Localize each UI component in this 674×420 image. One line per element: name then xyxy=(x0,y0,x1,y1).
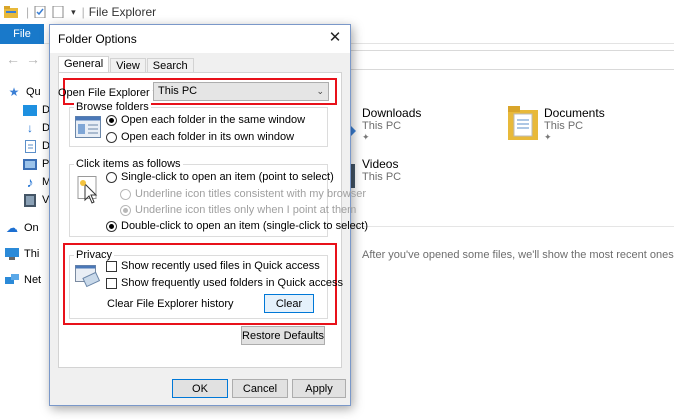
radio-label: Underline icon titles only when I point … xyxy=(135,204,357,216)
sidebar-item-this-pc[interactable]: Thi xyxy=(4,244,39,264)
dialog-title: Folder Options xyxy=(58,32,137,46)
desktop-icon xyxy=(22,103,38,117)
document-icon xyxy=(22,139,38,153)
radio-label: Open each folder in its own window xyxy=(121,131,295,143)
tab-search[interactable]: Search xyxy=(146,58,194,73)
tab-general[interactable]: General xyxy=(58,56,110,73)
properties-icon[interactable] xyxy=(33,6,47,18)
sidebar-item-label: On xyxy=(24,222,39,234)
sidebar-item-onedrive[interactable]: ☁ On xyxy=(4,218,39,238)
radio-dot xyxy=(106,114,117,126)
radio-own-window[interactable]: Open each folder in its own window xyxy=(106,131,294,143)
cloud-icon: ☁ xyxy=(6,221,18,235)
videos-folder-icon xyxy=(351,164,355,188)
download-arrow-icon: ↓ xyxy=(27,121,33,135)
folder-tile-downloads[interactable]: Downloads This PC ✦ xyxy=(362,106,421,143)
close-icon[interactable]: ✕ xyxy=(326,29,344,47)
checkbox-label: Show frequently used folders in Quick ac… xyxy=(121,277,343,289)
folder-name: Documents xyxy=(544,106,605,120)
tab-view[interactable]: View xyxy=(110,58,146,73)
sidebar-item-desktop[interactable]: D xyxy=(22,100,50,120)
folder-name: Videos xyxy=(362,157,399,171)
music-note-icon: ♪ xyxy=(26,174,34,190)
radio-underline-browser[interactable]: Underline icon titles consistent with my… xyxy=(120,188,366,200)
sidebar-item-label: Qu xyxy=(26,86,41,98)
pin-icon[interactable]: ✦ xyxy=(544,132,605,143)
sidebar-item-videos[interactable]: Vi xyxy=(22,190,52,210)
checkbox-box xyxy=(106,260,117,272)
folder-location: This PC xyxy=(544,120,584,132)
pictures-icon xyxy=(22,157,38,171)
open-explorer-value: This PC xyxy=(158,85,198,97)
new-folder-icon[interactable] xyxy=(51,6,65,18)
dialog-titlebar[interactable]: Folder Options ✕ xyxy=(50,25,350,53)
explorer-titlebar: | ▾ | File Explorer xyxy=(0,0,674,24)
folder-icon[interactable] xyxy=(4,6,18,18)
computer-icon xyxy=(4,247,20,261)
sidebar-item-label: Thi xyxy=(24,248,40,260)
radio-underline-point[interactable]: Underline icon titles only when I point … xyxy=(120,204,356,216)
pin-icon[interactable]: ✦ xyxy=(362,132,421,143)
open-explorer-select[interactable]: This PC ⌄ xyxy=(153,82,329,101)
quick-access-dropdown-icon[interactable]: ▾ xyxy=(71,7,76,18)
folder-name: Downloads xyxy=(362,106,422,120)
sidebar-item-network[interactable]: Net xyxy=(4,270,41,290)
chevron-down-icon: ⌄ xyxy=(316,86,324,96)
file-tab[interactable]: File xyxy=(0,24,44,44)
clear-button[interactable]: Clear xyxy=(264,294,314,313)
section-divider xyxy=(352,226,674,227)
radio-label: Single-click to open an item (point to s… xyxy=(121,171,334,183)
browse-folders-legend: Browse folders xyxy=(74,101,151,113)
privacy-eraser-icon xyxy=(75,265,101,288)
documents-folder-icon xyxy=(508,106,538,140)
checkbox-label: Show recently used files in Quick access xyxy=(121,260,320,272)
star-icon: ★ xyxy=(8,85,20,99)
video-icon xyxy=(22,193,38,207)
sidebar-item-quick-access[interactable]: ★ Qu xyxy=(6,82,41,102)
window-title: File Explorer xyxy=(88,5,157,19)
sidebar-item-music[interactable]: ♪ M xyxy=(22,172,52,192)
checkbox-recent-files[interactable]: Show recently used files in Quick access xyxy=(106,260,320,272)
radio-same-window[interactable]: Open each folder in the same window xyxy=(106,114,305,126)
sidebar-item-downloads[interactable]: ↓ D xyxy=(22,118,50,138)
radio-dot xyxy=(120,204,131,216)
clear-history-label: Clear File Explorer history xyxy=(107,298,234,310)
window-layout-icon xyxy=(75,116,101,138)
checkbox-box xyxy=(106,277,117,289)
forward-arrow-icon[interactable]: → xyxy=(26,51,40,67)
cancel-button[interactable]: Cancel xyxy=(232,379,288,398)
radio-dot xyxy=(106,131,117,143)
radio-dot xyxy=(106,171,117,183)
radio-label: Underline icon titles consistent with my… xyxy=(135,188,367,200)
address-bar[interactable] xyxy=(350,50,674,70)
radio-label: Open each folder in the same window xyxy=(121,114,306,126)
restore-defaults-button[interactable]: Restore Defaults xyxy=(241,326,325,345)
folder-location: This PC xyxy=(362,171,402,183)
apply-button[interactable]: Apply xyxy=(292,379,346,398)
folder-tile-videos[interactable]: Videos This PC xyxy=(362,157,401,183)
radio-double-click[interactable]: Double-click to open an item (single-cli… xyxy=(106,220,368,232)
radio-dot xyxy=(106,220,117,232)
downloads-folder-icon xyxy=(351,126,356,136)
recent-files-message: After you've opened some files, we'll sh… xyxy=(362,249,674,261)
sidebar-item-pictures[interactable]: Pi xyxy=(22,154,52,174)
radio-dot xyxy=(120,188,131,200)
folder-location: This PC xyxy=(362,120,402,132)
click-items-legend: Click items as follows xyxy=(74,158,183,170)
checkbox-frequent-folders[interactable]: Show frequently used folders in Quick ac… xyxy=(106,277,343,289)
open-explorer-label: Open File Explorer to: xyxy=(58,87,165,99)
folder-options-dialog: Folder Options ✕ General View Search Ope… xyxy=(49,24,368,406)
back-arrow-icon[interactable]: ← xyxy=(6,51,20,67)
radio-label: Double-click to open an item (single-cli… xyxy=(121,220,368,232)
cursor-click-icon xyxy=(77,176,98,204)
ok-button[interactable]: OK xyxy=(172,379,228,398)
folder-tile-documents[interactable]: Documents This PC ✦ xyxy=(544,106,605,143)
radio-single-click[interactable]: Single-click to open an item (point to s… xyxy=(106,171,334,183)
network-icon xyxy=(4,273,20,287)
sidebar-item-documents[interactable]: D xyxy=(22,136,50,156)
sidebar-item-label: Net xyxy=(24,274,42,286)
